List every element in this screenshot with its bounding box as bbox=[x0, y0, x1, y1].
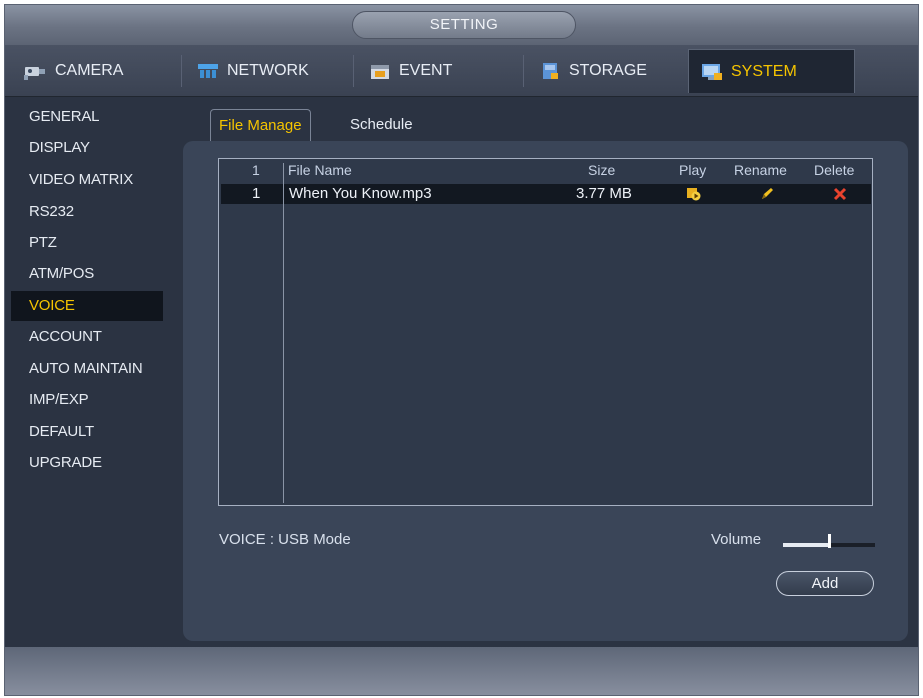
sidebar-item-default[interactable]: DEFAULT bbox=[11, 417, 163, 447]
tab-divider bbox=[523, 55, 524, 87]
voice-mode-label: VOICE : USB Mode bbox=[219, 531, 351, 548]
network-icon bbox=[195, 61, 221, 81]
sidebar-item-atm-pos[interactable]: ATM/POS bbox=[11, 259, 163, 289]
sidebar-item-general[interactable]: GENERAL bbox=[11, 102, 163, 132]
volume-label: Volume bbox=[711, 531, 762, 548]
event-icon bbox=[367, 61, 393, 81]
sidebar-item-imp-exp[interactable]: IMP/EXP bbox=[11, 385, 163, 415]
sidebar-item-display[interactable]: DISPLAY bbox=[11, 133, 163, 163]
sidebar-item-account[interactable]: ACCOUNT bbox=[11, 322, 163, 352]
column-divider bbox=[283, 163, 284, 503]
play-icon[interactable] bbox=[686, 187, 702, 201]
table-row[interactable]: 1 When You Know.mp3 3.77 MB bbox=[221, 184, 871, 204]
table-header: 1 File Name Size Play Rename Delete bbox=[219, 159, 872, 182]
header-file-name: File Name bbox=[288, 162, 352, 178]
setting-window: SETTING CAMERA NETWORK EVENT STORAGE SYS… bbox=[4, 4, 919, 696]
sidebar-item-auto-maintain[interactable]: AUTO MAINTAIN bbox=[11, 354, 163, 384]
main-tabs: CAMERA NETWORK EVENT STORAGE SYSTEM bbox=[5, 45, 918, 97]
sidebar-item-video-matrix[interactable]: VIDEO MATRIX bbox=[11, 165, 163, 195]
volume-thumb[interactable] bbox=[828, 534, 831, 548]
tab-system-label: SYSTEM bbox=[731, 62, 797, 80]
row-size: 3.77 MB bbox=[576, 185, 632, 202]
sidebar-item-voice[interactable]: VOICE bbox=[11, 291, 163, 321]
tab-network[interactable]: NETWORK bbox=[185, 49, 345, 93]
tab-storage[interactable]: STORAGE bbox=[527, 49, 687, 93]
tab-camera[interactable]: CAMERA bbox=[13, 49, 173, 93]
tab-file-manage[interactable]: File Manage bbox=[210, 109, 311, 141]
sidebar-item-ptz[interactable]: PTZ bbox=[11, 228, 163, 258]
row-index: 1 bbox=[252, 185, 261, 202]
tab-schedule[interactable]: Schedule bbox=[342, 109, 421, 141]
header-rename: Rename bbox=[734, 162, 787, 178]
tab-network-label: NETWORK bbox=[227, 62, 309, 79]
header-play: Play bbox=[679, 162, 707, 178]
tab-system[interactable]: SYSTEM bbox=[688, 49, 855, 93]
sidebar: GENERAL DISPLAY VIDEO MATRIX RS232 PTZ A… bbox=[5, 97, 173, 647]
row-file-name: When You Know.mp3 bbox=[289, 185, 432, 202]
volume-fill bbox=[783, 543, 829, 547]
camera-icon bbox=[23, 61, 49, 81]
volume-slider[interactable] bbox=[783, 533, 875, 549]
header-index: 1 bbox=[252, 162, 260, 178]
tab-camera-label: CAMERA bbox=[55, 62, 124, 79]
system-icon bbox=[699, 62, 725, 82]
header-delete: Delete bbox=[814, 162, 855, 178]
edit-icon[interactable] bbox=[759, 187, 775, 201]
bottom-bar bbox=[5, 647, 918, 695]
title-bar: SETTING bbox=[5, 5, 918, 45]
tab-divider bbox=[353, 55, 354, 87]
tab-divider bbox=[181, 55, 182, 87]
storage-icon bbox=[537, 61, 563, 81]
sidebar-item-rs232[interactable]: RS232 bbox=[11, 197, 163, 227]
sidebar-item-upgrade[interactable]: UPGRADE bbox=[11, 448, 163, 478]
delete-icon[interactable] bbox=[832, 187, 848, 201]
header-size: Size bbox=[588, 162, 616, 178]
tab-event-label: EVENT bbox=[399, 62, 453, 79]
file-table: 1 File Name Size Play Rename Delete 1 Wh… bbox=[218, 158, 873, 506]
add-button[interactable]: Add bbox=[776, 571, 874, 596]
tab-storage-label: STORAGE bbox=[569, 62, 647, 79]
tab-event[interactable]: EVENT bbox=[357, 49, 517, 93]
window-title: SETTING bbox=[352, 11, 576, 39]
